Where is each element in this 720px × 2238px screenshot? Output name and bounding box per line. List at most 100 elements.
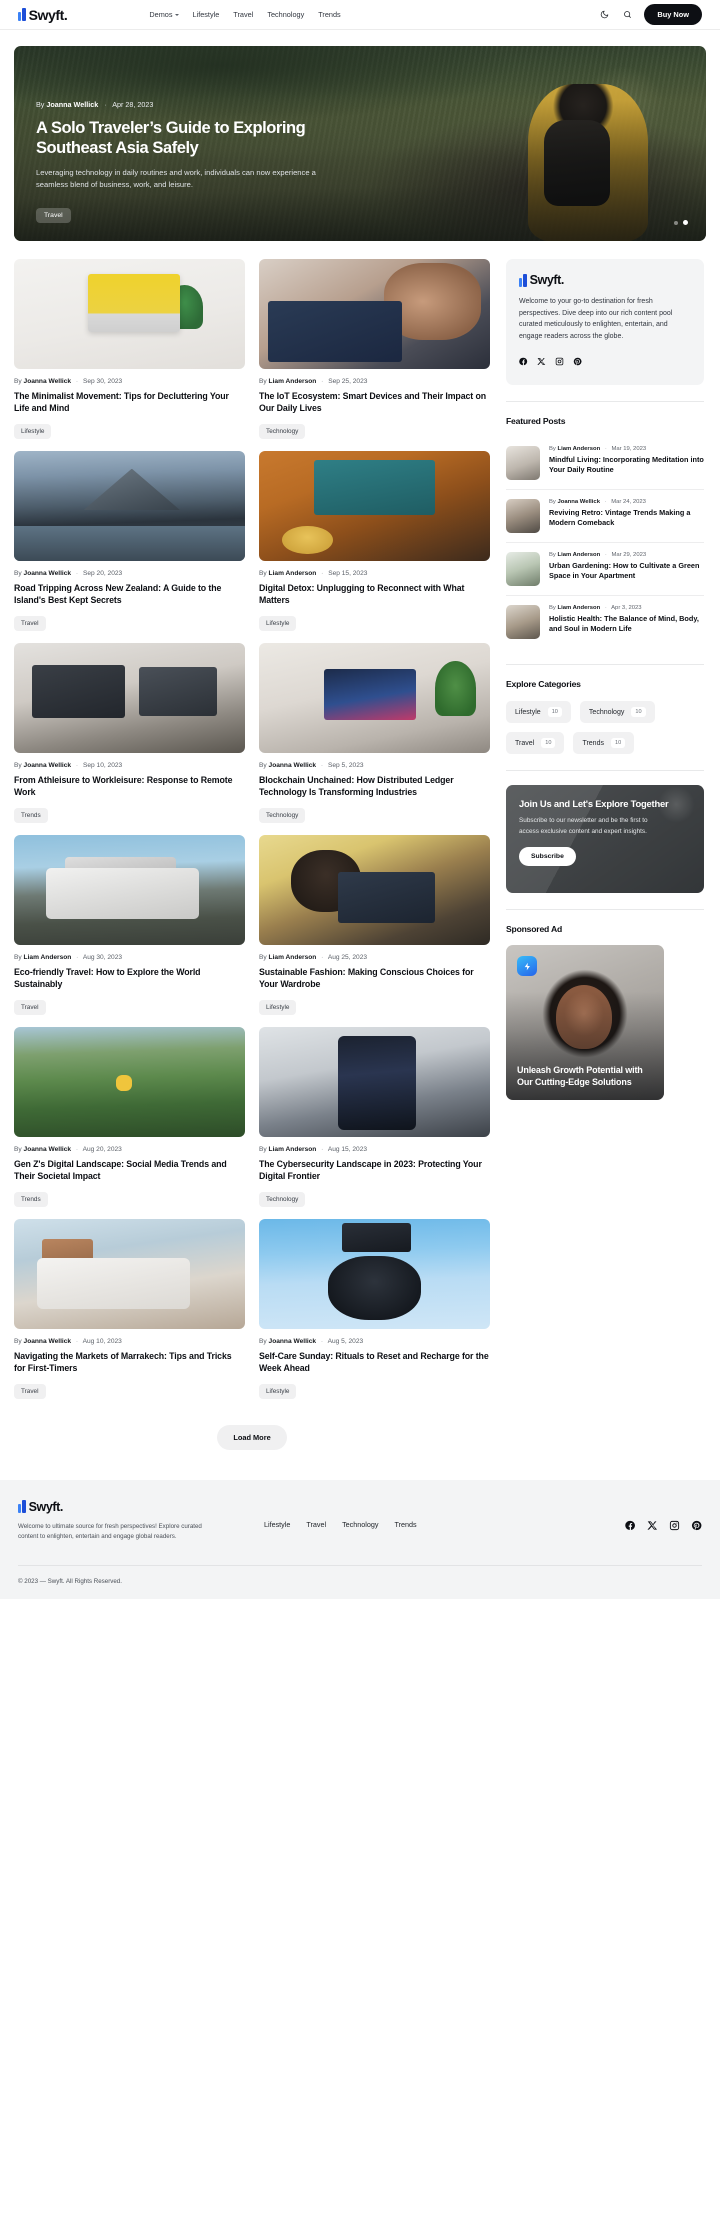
category-item-lifestyle[interactable]: Lifestyle 10 [506,701,571,724]
article-thumbnail[interactable] [14,259,245,369]
article-title[interactable]: The Minimalist Movement: Tips for Declut… [14,390,245,415]
article-author[interactable]: Joanna Wellick [269,1338,317,1345]
category-item-trends[interactable]: Trends 10 [573,732,635,755]
category-item-technology[interactable]: Technology 10 [579,701,655,724]
article-author[interactable]: Joanna Wellick [24,762,72,769]
featured-post-title[interactable]: Mindful Living: Incorporating Meditation… [549,455,704,475]
search-icon[interactable] [621,9,633,21]
article-card[interactable]: By Joanna Wellick · Sep 30, 2023 The Min… [14,259,245,439]
hero-tag[interactable]: Travel [36,208,71,223]
footer-nav-travel[interactable]: Travel [306,1520,326,1529]
x-icon[interactable] [537,353,546,371]
facebook-icon[interactable] [519,353,528,371]
nav-item-travel[interactable]: Travel [233,10,253,19]
article-card[interactable]: By Liam Anderson · Sep 15, 2023 Digital … [259,450,490,631]
nav-item-trends[interactable]: Trends [318,10,340,19]
footer-nav-technology[interactable]: Technology [342,1520,378,1529]
article-card[interactable]: By Joanna Wellick · Aug 5, 2023 Self-Car… [259,1218,490,1399]
article-thumbnail[interactable] [14,834,245,945]
article-author[interactable]: Liam Anderson [24,954,72,961]
article-title[interactable]: Sustainable Fashion: Making Conscious Ch… [259,966,490,991]
featured-post-author[interactable]: Liam Anderson [558,605,601,611]
article-author[interactable]: Liam Anderson [269,570,317,577]
article-author[interactable]: Joanna Wellick [269,762,317,769]
article-author[interactable]: Liam Anderson [269,378,317,385]
article-title[interactable]: The Cybersecurity Landscape in 2023: Pro… [259,1158,490,1183]
article-card[interactable]: By Liam Anderson · Sep 25, 2023 The IoT … [259,259,490,439]
article-title[interactable]: Digital Detox: Unplugging to Reconnect w… [259,582,490,607]
featured-post-thumbnail[interactable] [506,499,540,534]
article-title[interactable]: Blockchain Unchained: How Distributed Le… [259,774,490,799]
article-title[interactable]: Road Tripping Across New Zealand: A Guid… [14,582,245,607]
featured-post-title[interactable]: Holistic Health: The Balance of Mind, Bo… [549,614,704,634]
buy-now-button[interactable]: Buy Now [644,4,702,25]
article-author[interactable]: Liam Anderson [269,1146,317,1153]
article-title[interactable]: The IoT Ecosystem: Smart Devices and The… [259,390,490,415]
featured-post-item[interactable]: By Liam Anderson · Apr 3, 2023 Holistic … [506,596,704,648]
featured-post-thumbnail[interactable] [506,552,540,587]
pinterest-icon[interactable] [573,353,582,371]
article-thumbnail[interactable] [259,834,490,945]
nav-item-technology[interactable]: Technology [267,10,304,19]
featured-post-author[interactable]: Liam Anderson [558,552,601,558]
hero-dot-1[interactable] [674,220,678,225]
facebook-icon[interactable] [625,1518,636,1536]
footer-nav-trends[interactable]: Trends [394,1520,416,1529]
featured-post-author[interactable]: Joanna Wellick [558,499,600,505]
article-title[interactable]: Navigating the Markets of Marrakech: Tip… [14,1350,245,1375]
article-title[interactable]: From Athleisure to Workleisure: Response… [14,774,245,799]
instagram-icon[interactable] [669,1518,680,1536]
article-thumbnail[interactable] [14,642,245,753]
nav-item-lifestyle[interactable]: Lifestyle [193,10,220,19]
hero-dot-2[interactable] [683,220,688,225]
article-thumbnail[interactable] [259,1218,490,1329]
article-card[interactable]: By Liam Anderson · Aug 25, 2023 Sustaina… [259,834,490,1015]
article-tag[interactable]: Lifestyle [259,1383,297,1399]
article-thumbnail[interactable] [259,259,490,369]
article-title[interactable]: Gen Z's Digital Landscape: Social Media … [14,1158,245,1183]
article-card[interactable]: By Joanna Wellick · Aug 10, 2023 Navigat… [14,1218,245,1399]
article-author[interactable]: Joanna Wellick [24,570,72,577]
hero-author[interactable]: Joanna Wellick [46,100,98,109]
article-card[interactable]: By Joanna Wellick · Sep 10, 2023 From At… [14,642,245,823]
article-thumbnail[interactable] [14,450,245,561]
hero-title[interactable]: A Solo Traveler’s Guide to Exploring Sou… [36,118,336,158]
article-thumbnail[interactable] [259,642,490,753]
article-tag[interactable]: Technology [259,807,306,823]
subscribe-button[interactable]: Subscribe [519,846,576,866]
article-tag[interactable]: Travel [14,615,46,631]
article-card[interactable]: By Joanna Wellick · Sep 5, 2023 Blockcha… [259,642,490,823]
featured-post-thumbnail[interactable] [506,446,540,481]
x-icon[interactable] [647,1518,658,1536]
article-thumbnail[interactable] [14,1218,245,1329]
category-item-travel[interactable]: Travel 10 [506,732,565,755]
article-author[interactable]: Joanna Wellick [24,1146,72,1153]
article-card[interactable]: By Joanna Wellick · Sep 20, 2023 Road Tr… [14,450,245,631]
article-tag[interactable]: Travel [14,1383,46,1399]
article-title[interactable]: Eco-friendly Travel: How to Explore the … [14,966,245,991]
article-author[interactable]: Joanna Wellick [24,378,72,385]
footer-brand[interactable]: Swyft. [18,1500,206,1514]
article-card[interactable]: By Liam Anderson · Aug 15, 2023 The Cybe… [259,1026,490,1207]
featured-post-item[interactable]: By Liam Anderson · Mar 19, 2023 Mindful … [506,437,704,491]
article-tag[interactable]: Trends [14,807,48,823]
article-author[interactable]: Joanna Wellick [24,1338,72,1345]
featured-post-author[interactable]: Liam Anderson [558,446,601,452]
load-more-button[interactable]: Load More [217,1424,287,1450]
hero-banner[interactable]: By Joanna Wellick · Apr 28, 2023 A Solo … [14,46,706,241]
featured-post-title[interactable]: Urban Gardening: How to Cultivate a Gree… [549,561,704,581]
featured-post-thumbnail[interactable] [506,605,540,640]
pinterest-icon[interactable] [691,1518,702,1536]
sponsored-ad-card[interactable]: Unleash Growth Potential with Our Cuttin… [506,945,664,1101]
article-thumbnail[interactable] [14,1026,245,1137]
featured-post-item[interactable]: By Joanna Wellick · Mar 24, 2023 Revivin… [506,490,704,544]
article-tag[interactable]: Technology [259,1191,306,1207]
article-tag[interactable]: Travel [14,999,46,1015]
article-tag[interactable]: Lifestyle [259,999,297,1015]
article-tag[interactable]: Lifestyle [14,423,52,439]
article-tag[interactable]: Technology [259,423,306,439]
article-title[interactable]: Self-Care Sunday: Rituals to Reset and R… [259,1350,490,1375]
featured-post-item[interactable]: By Liam Anderson · Mar 29, 2023 Urban Ga… [506,543,704,597]
brand-logo[interactable]: Swyft. [18,7,68,23]
article-author[interactable]: Liam Anderson [269,954,317,961]
